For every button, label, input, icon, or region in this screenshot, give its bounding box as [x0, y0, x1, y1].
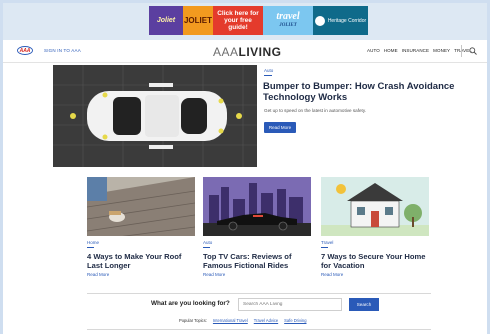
svg-text:AAA: AAA [19, 48, 31, 54]
site-brand[interactable]: AAALIVING [213, 45, 282, 59]
topic-link-safe-driving[interactable]: Safe Driving [284, 318, 306, 323]
menu-item-money[interactable]: MONEY [433, 48, 450, 53]
batmobile-illustration [203, 177, 311, 236]
menu-item-auto[interactable]: AUTO [367, 48, 380, 53]
search-icon[interactable] [469, 47, 477, 55]
article-card[interactable]: Auto Top TV Cars: Reviews of Famous Fict… [203, 177, 311, 277]
main-menu: AUTO HOME INSURANCE MONEY TRAVEL [367, 48, 472, 53]
search-bottom-divider [87, 329, 431, 330]
topic-link-travel-advice[interactable]: Travel Advice [254, 318, 278, 323]
ad-travel-sub: JOLIET [279, 22, 297, 28]
top-nav: AAA SIGN IN TO AAA AAALIVING AUTO HOME I… [3, 40, 487, 63]
ad-travel-text: travel [276, 10, 300, 22]
popular-topics-label: Popular Topics: [179, 318, 207, 323]
ad-segment-joliet-logo: JOLIET [183, 6, 213, 35]
card-title[interactable]: 7 Ways to Secure Your Home for Vacation [321, 252, 429, 270]
search-button[interactable]: Search [349, 298, 379, 311]
card-tag-rule [203, 247, 210, 248]
hero-subtitle: Get up to speed on the latest in automot… [264, 108, 367, 113]
search-input[interactable] [238, 298, 342, 311]
aaa-logo-icon[interactable]: AAA [17, 46, 33, 55]
sign-in-link[interactable]: SIGN IN TO AAA [44, 48, 81, 53]
ad-heritage-text: Heritage Corridor [327, 17, 367, 24]
menu-divider [461, 45, 462, 57]
search-label: What are you looking for? [151, 300, 230, 307]
roof-image[interactable] [87, 177, 195, 236]
hero-category-tag[interactable]: Auto [264, 68, 273, 73]
hero-title[interactable]: Bumper to Bumper: How Crash Avoidance Te… [263, 81, 463, 103]
heritage-badge-icon [314, 15, 325, 26]
article-card[interactable]: Travel 7 Ways to Secure Your Home for Va… [321, 177, 429, 277]
hero-read-more-button[interactable]: Read More [264, 122, 296, 133]
brand-aaa: AAA [213, 45, 239, 59]
topic-link-international-travel[interactable]: International Travel [213, 318, 248, 323]
ad-heritage: Heritage Corridor [313, 6, 368, 35]
card-category-tag[interactable]: Travel [321, 240, 429, 245]
car-top-view-illustration [53, 65, 257, 167]
popular-topics: Popular Topics: International Travel Tra… [179, 318, 306, 323]
roof-illustration [87, 177, 195, 236]
card-category-tag[interactable]: Auto [203, 240, 311, 245]
article-card[interactable]: Home 4 Ways to Make Your Roof Last Longe… [87, 177, 195, 277]
hero-image[interactable] [53, 65, 257, 167]
card-category-tag[interactable]: Home [87, 240, 195, 245]
brand-living: LIVING [238, 45, 282, 59]
search-top-divider [87, 293, 431, 294]
card-read-more-link[interactable]: Read More [87, 272, 195, 277]
card-read-more-link[interactable]: Read More [203, 272, 311, 277]
card-title[interactable]: 4 Ways to Make Your Roof Last Longer [87, 252, 195, 270]
ad-banner[interactable]: Joliet JOLIET Click here for your free g… [149, 6, 368, 35]
card-tag-rule [87, 247, 94, 248]
card-read-more-link[interactable]: Read More [321, 272, 429, 277]
house-image[interactable] [321, 177, 429, 236]
menu-item-insurance[interactable]: INSURANCE [402, 48, 429, 53]
menu-item-home[interactable]: HOME [384, 48, 398, 53]
house-illustration [321, 177, 429, 236]
hero-tag-rule [264, 75, 272, 76]
ad-segment-joliet: Joliet [149, 6, 183, 35]
page: AAA SIGN IN TO AAA AAALIVING AUTO HOME I… [3, 40, 487, 334]
card-title[interactable]: Top TV Cars: Reviews of Famous Fictional… [203, 252, 311, 270]
ad-travel-joliet: travel JOLIET [263, 6, 313, 35]
tv-car-image[interactable] [203, 177, 311, 236]
card-tag-rule [321, 247, 328, 248]
ad-cta[interactable]: Click here for your free guide! [213, 6, 263, 35]
